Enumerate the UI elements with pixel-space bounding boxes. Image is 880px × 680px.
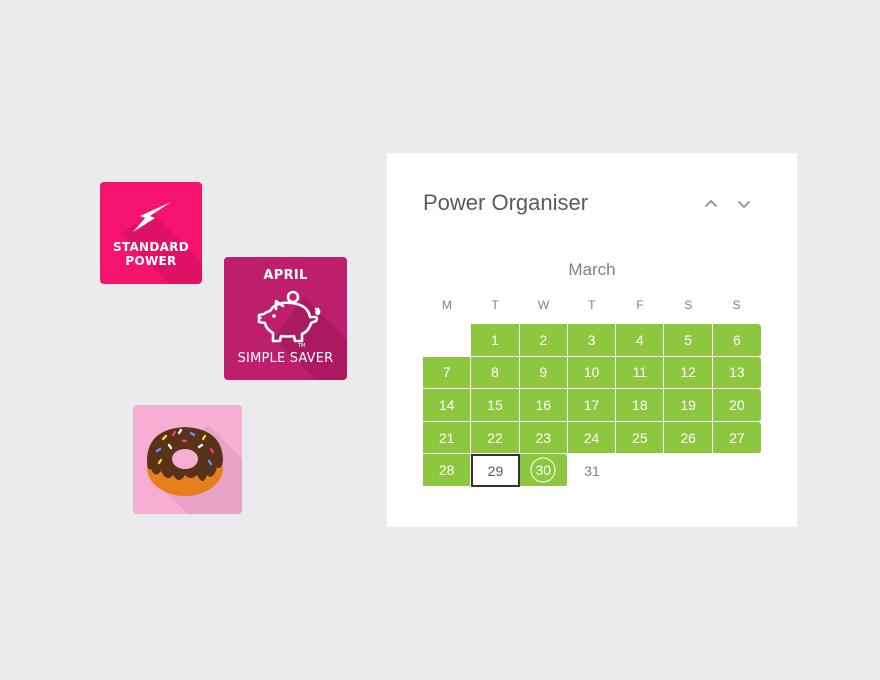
- calendar-day-number: 2: [539, 331, 548, 348]
- tile-label: SIMPLE SAVER: [237, 351, 334, 366]
- calendar-day-number: 7: [442, 364, 451, 381]
- card-title: Power Organiser: [423, 190, 589, 215]
- calendar-day[interactable]: 13: [712, 356, 762, 390]
- calendar-day[interactable]: 1: [471, 324, 520, 357]
- calendar-day-number: 28: [438, 462, 455, 479]
- calendar-day[interactable]: 14: [423, 389, 472, 422]
- calendar-day-number: 29: [487, 462, 504, 479]
- calendar-day-number: 22: [487, 429, 503, 446]
- calendar-day[interactable]: 25: [616, 421, 665, 455]
- calendar-day[interactable]: 12: [664, 356, 713, 390]
- calendar-day[interactable]: 3: [567, 324, 617, 357]
- calendar-day-number: 12: [680, 364, 696, 381]
- calendar-day-number: 18: [632, 396, 648, 413]
- calendar-day[interactable]: 27: [712, 421, 762, 455]
- calendar-day[interactable]: 4: [616, 324, 665, 357]
- next-month-button[interactable]: [733, 193, 755, 215]
- chevron-down-icon: [738, 201, 750, 208]
- calendar-day-number: 1: [491, 331, 499, 348]
- calendar-day[interactable]: 8: [471, 356, 520, 390]
- calendar-day-number: 11: [632, 364, 648, 381]
- calendar-day-number: 19: [680, 396, 696, 413]
- power-organiser-card: Power Organiser March MTWTFSS 1234567891…: [387, 153, 797, 527]
- donut-icon: [147, 425, 242, 514]
- calendar-day-number: 8: [491, 364, 499, 381]
- calendar-day[interactable]: 6: [712, 324, 762, 357]
- calendar-day[interactable]: 11: [616, 356, 665, 390]
- calendar-day-number: 30: [535, 462, 552, 479]
- calendar-day[interactable]: 22: [471, 421, 520, 455]
- calendar-day-selected[interactable]: 30: [519, 454, 568, 487]
- calendar-day[interactable]: 5: [664, 324, 713, 357]
- piggy-bank-icon: TM: [257, 290, 321, 347]
- calendar-day[interactable]: 18: [616, 389, 665, 422]
- weekday-label: T: [588, 298, 596, 312]
- calendar-day-number: 21: [438, 429, 455, 446]
- calendar-day[interactable]: 31: [568, 454, 616, 487]
- month-label: March: [568, 260, 616, 279]
- calendar-day-number: 5: [684, 331, 693, 348]
- calendar-day-number: 25: [632, 429, 648, 446]
- calendar-day[interactable]: 24: [567, 421, 617, 455]
- calendar-day-number: 6: [733, 331, 741, 348]
- calendar-day-number: 31: [584, 462, 600, 479]
- weekday-label: W: [537, 298, 550, 312]
- calendar-day[interactable]: 9: [519, 356, 568, 390]
- calendar-day[interactable]: 20: [712, 389, 762, 422]
- calendar-day-number: 13: [729, 364, 745, 381]
- calendar-day-number: 27: [729, 429, 745, 446]
- calendar-day[interactable]: 2: [519, 324, 568, 357]
- calendar-day-number: 10: [583, 364, 600, 381]
- weekday-label: S: [684, 298, 693, 312]
- previous-month-button[interactable]: [700, 193, 722, 215]
- weekday-label: F: [636, 298, 645, 312]
- tile-label-line2: POWER: [125, 254, 177, 268]
- calendar-day[interactable]: 7: [423, 356, 472, 390]
- calendar-day-today[interactable]: 29: [471, 454, 520, 487]
- calendar-day-number: 26: [680, 429, 696, 446]
- calendar-day[interactable]: 10: [567, 356, 617, 390]
- calendar-day-number: 4: [635, 331, 644, 348]
- chevron-up-icon: [705, 200, 717, 207]
- calendar-day[interactable]: 15: [471, 389, 520, 422]
- calendar-day[interactable]: 19: [664, 389, 713, 422]
- calendar-day-number: 16: [535, 396, 552, 413]
- calendar-day-number: 3: [587, 331, 596, 348]
- calendar-day-number: 9: [539, 364, 548, 381]
- calendar-day-number: 20: [729, 396, 745, 413]
- tile-month: APRIL: [263, 268, 308, 283]
- calendar-day-number: 14: [438, 396, 455, 413]
- calendar-grid: 1 2 3 4 5 6 7 8 9 10 11 12 13 14 15 16 17 18 19 20 21 22 23 24 2…: [423, 324, 762, 487]
- calendar-blank-cell: [423, 324, 471, 357]
- weekday-header: MTWTFSS: [423, 298, 761, 312]
- svg-text:TM: TM: [297, 343, 305, 347]
- calendar-day[interactable]: 26: [664, 421, 713, 455]
- calendar-day-number: 24: [583, 429, 600, 446]
- weekday-label: M: [441, 298, 453, 312]
- tile-label-line1: STANDARD: [112, 240, 190, 254]
- donut-tile[interactable]: [133, 405, 242, 514]
- calendar-day[interactable]: 28: [423, 454, 472, 487]
- calendar-day[interactable]: 23: [519, 421, 568, 455]
- weekday-label: T: [491, 298, 500, 312]
- simple-saver-tile[interactable]: APRIL TM SIMPLE SAVER: [224, 257, 347, 380]
- lightning-bolt-icon: [133, 202, 171, 232]
- calendar-day[interactable]: 21: [423, 421, 472, 455]
- calendar-day[interactable]: 17: [567, 389, 617, 422]
- standard-power-tile[interactable]: STANDARD POWER: [100, 182, 202, 284]
- calendar-day-number: 15: [487, 396, 503, 413]
- calendar-day-number: 23: [535, 429, 552, 446]
- calendar-day-number: 17: [583, 396, 600, 413]
- stage: STANDARD POWER APRIL TM SIMPLE SAVER Pow…: [0, 0, 880, 680]
- weekday-label: S: [732, 298, 742, 312]
- calendar-day[interactable]: 16: [519, 389, 568, 422]
